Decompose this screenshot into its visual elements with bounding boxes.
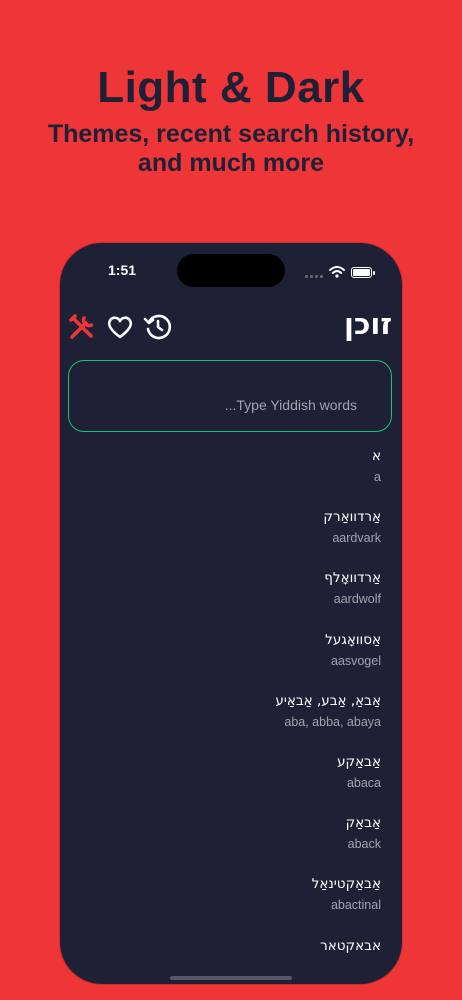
list-item[interactable]: אַבאַק aback — [81, 813, 381, 874]
list-item[interactable]: אַרדוואַרק aardvark — [81, 507, 381, 568]
result-english: aba, abba, abaya — [284, 714, 381, 729]
result-english: abactinal — [330, 898, 381, 913]
home-indicator — [170, 976, 292, 980]
result-yiddish: אַבאַקע — [337, 753, 381, 770]
list-item[interactable]: אַבאַקטינאַל abactinal — [81, 874, 381, 935]
list-item[interactable]: א a — [81, 446, 381, 507]
promo-subhead-line1: Themes, recent search history, — [47, 120, 415, 148]
status-icons — [305, 263, 375, 282]
results-list: א a אַרדוואַרק aardvark אַרדוואָלף aardw… — [81, 446, 381, 984]
result-yiddish: אַבאַקטינאַל — [311, 876, 381, 893]
search-input[interactable] — [69, 361, 391, 431]
phone-screen: 1:51 זוכן ...Type Yiddish words א a אַרד… — [60, 243, 402, 984]
result-english: aasvogel — [330, 653, 381, 668]
result-english: aardvark — [332, 531, 381, 546]
app-title: זוכן — [344, 307, 392, 341]
status-time: 1:51 — [108, 262, 137, 278]
result-english: a — [374, 470, 381, 484]
signal-icon — [305, 268, 323, 278]
battery-icon — [351, 267, 375, 278]
promo-subhead: Themes, recent search history, and much … — [20, 120, 442, 178]
promo-subhead-line2: and much more — [137, 149, 325, 177]
result-english: aardwolf — [333, 592, 381, 607]
result-yiddish: א — [371, 448, 381, 464]
result-yiddish: אַבאַק — [345, 815, 381, 832]
result-yiddish: אַסוואָגעל — [325, 631, 381, 648]
tools-icon[interactable] — [66, 311, 98, 343]
heart-icon[interactable] — [104, 311, 136, 343]
dynamic-island — [177, 254, 285, 287]
list-item[interactable]: אַבאַ, אַבע, אַבאַיע aba, abba, abaya — [81, 691, 381, 752]
result-yiddish: אבאקטאר — [320, 937, 381, 954]
history-icon[interactable] — [142, 311, 174, 343]
list-item[interactable]: אַבאַקע abaca — [81, 752, 381, 813]
result-yiddish: אַבאַ, אַבע, אַבאַיע — [275, 692, 381, 709]
wifi-icon — [329, 263, 345, 282]
toolbar — [66, 311, 174, 343]
list-item[interactable]: אַרדוואָלף aardwolf — [81, 568, 381, 629]
list-item[interactable]: אַסוואָגעל aasvogel — [81, 630, 381, 691]
result-english: abaca — [346, 775, 381, 790]
result-english: aback — [347, 837, 381, 852]
result-yiddish: אַרדוואָלף — [324, 570, 381, 587]
promo-headline: Light & Dark — [97, 63, 365, 112]
search-box — [68, 360, 392, 432]
result-yiddish: אַרדוואַרק — [323, 509, 381, 526]
